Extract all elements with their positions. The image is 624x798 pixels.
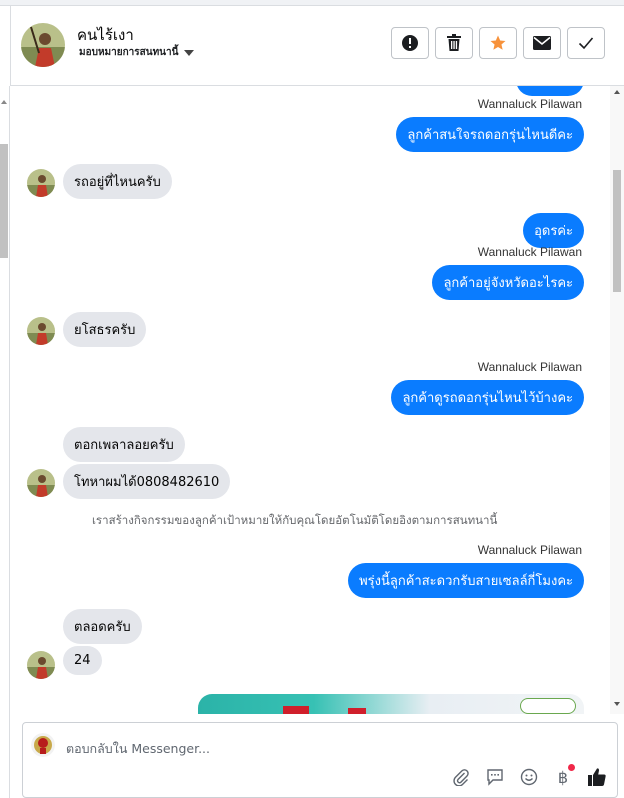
delete-button[interactable] <box>435 27 473 59</box>
composer-toolbar: ฿ <box>451 764 607 787</box>
payment-button[interactable]: ฿ <box>553 764 575 787</box>
page-avatar <box>31 733 55 757</box>
message-bubble-outgoing: พรุ่งนี้ลูกค้าสะดวกรับสายเซลล์กี่โมงคะ <box>348 563 584 598</box>
system-notice: เราสร้างกิจกรรมของลูกค้าเป้าหมายให้กับคุ… <box>92 513 498 527</box>
alert-icon <box>402 35 418 51</box>
contact-avatar-small <box>27 469 55 497</box>
sender-name: Wannaluck Pilawan <box>477 543 582 557</box>
scroll-up-icon[interactable] <box>1 100 7 104</box>
notification-dot <box>568 764 575 771</box>
contact-avatar-small <box>27 169 55 197</box>
sender-name: Wannaluck Pilawan <box>477 245 582 259</box>
thumbs-up-icon <box>588 768 606 786</box>
message-bubble-outgoing <box>516 86 584 96</box>
conversation-header: คนไร้เงา มอบหมายการสนทนานี้ <box>10 6 624 86</box>
mark-spam-button[interactable] <box>391 27 429 59</box>
contact-avatar-small <box>27 651 55 679</box>
message-bubble-incoming: ยโสธรครับ <box>63 312 147 347</box>
message-bubble-incoming: ตอกเพลาลอยครับ <box>63 427 185 462</box>
message-bubble-incoming: โทหาผมได้0808482610 <box>63 464 231 499</box>
thread-scrollbar[interactable] <box>610 86 624 714</box>
trash-icon <box>447 34 461 51</box>
attach-button[interactable] <box>451 767 471 787</box>
contact-avatar-small <box>27 317 55 345</box>
message-bubble-incoming: ตลอดครับ <box>63 609 142 644</box>
check-icon <box>578 37 594 50</box>
assign-conversation-dropdown[interactable]: มอบหมายการสนทนานี้ <box>79 45 195 60</box>
image-attachment-preview[interactable] <box>198 694 584 714</box>
scroll-thumb[interactable] <box>0 144 8 258</box>
brand-logo-icon <box>520 698 576 714</box>
mark-done-button[interactable] <box>567 27 605 59</box>
reply-composer[interactable]: ตอบกลับใน Messenger... ฿ <box>22 722 618 798</box>
messenger-conversation-panel: คนไร้เงา มอบหมายการสนทนานี้ Wannaluck Pi… <box>0 0 624 798</box>
emoji-icon <box>520 768 538 786</box>
contact-name: คนไร้เงา <box>77 26 134 44</box>
paperclip-icon <box>453 769 469 786</box>
header-action-buttons <box>391 27 605 59</box>
contact-avatar[interactable] <box>21 23 65 67</box>
caret-down-icon <box>184 49 195 56</box>
sender-name: Wannaluck Pilawan <box>477 360 582 374</box>
message-bubble-incoming: 24 <box>63 646 102 675</box>
message-bubble-incoming: รถอยู่ที่ไหนครับ <box>63 164 172 199</box>
message-bubble-outgoing: ลูกค้าอยู่จังหวัดอะไรคะ <box>432 265 584 300</box>
like-button[interactable] <box>587 767 607 787</box>
message-bubble-outgoing: ลูกค้าสนใจรถดอกรุ่นไหนดีคะ <box>396 117 584 152</box>
star-button[interactable] <box>479 27 517 59</box>
message-bubble-outgoing: ลูกค้าดูรถดอกรุ่นไหนไว้บ้างคะ <box>391 380 584 415</box>
star-icon <box>490 35 506 50</box>
message-thread[interactable]: Wannaluck Pilawan ลูกค้าสนใจรถดอกรุ่นไหน… <box>10 86 610 714</box>
mark-unread-button[interactable] <box>523 27 561 59</box>
sender-name: Wannaluck Pilawan <box>477 97 582 111</box>
envelope-icon <box>533 36 551 50</box>
emoji-button[interactable] <box>519 767 539 787</box>
scroll-down-icon[interactable] <box>614 702 620 706</box>
baht-icon: ฿ <box>557 767 569 787</box>
assign-label: มอบหมายการสนทนานี้ <box>79 47 179 58</box>
scroll-up-icon[interactable] <box>614 90 620 94</box>
saved-replies-button[interactable] <box>485 767 505 787</box>
left-scrollbar[interactable] <box>0 86 10 798</box>
reply-input[interactable]: ตอบกลับใน Messenger... <box>66 739 210 759</box>
message-bubble-outgoing: อุดรค่ะ <box>523 213 584 248</box>
speech-bubble-icon <box>487 769 503 786</box>
scroll-thumb[interactable] <box>613 170 621 292</box>
